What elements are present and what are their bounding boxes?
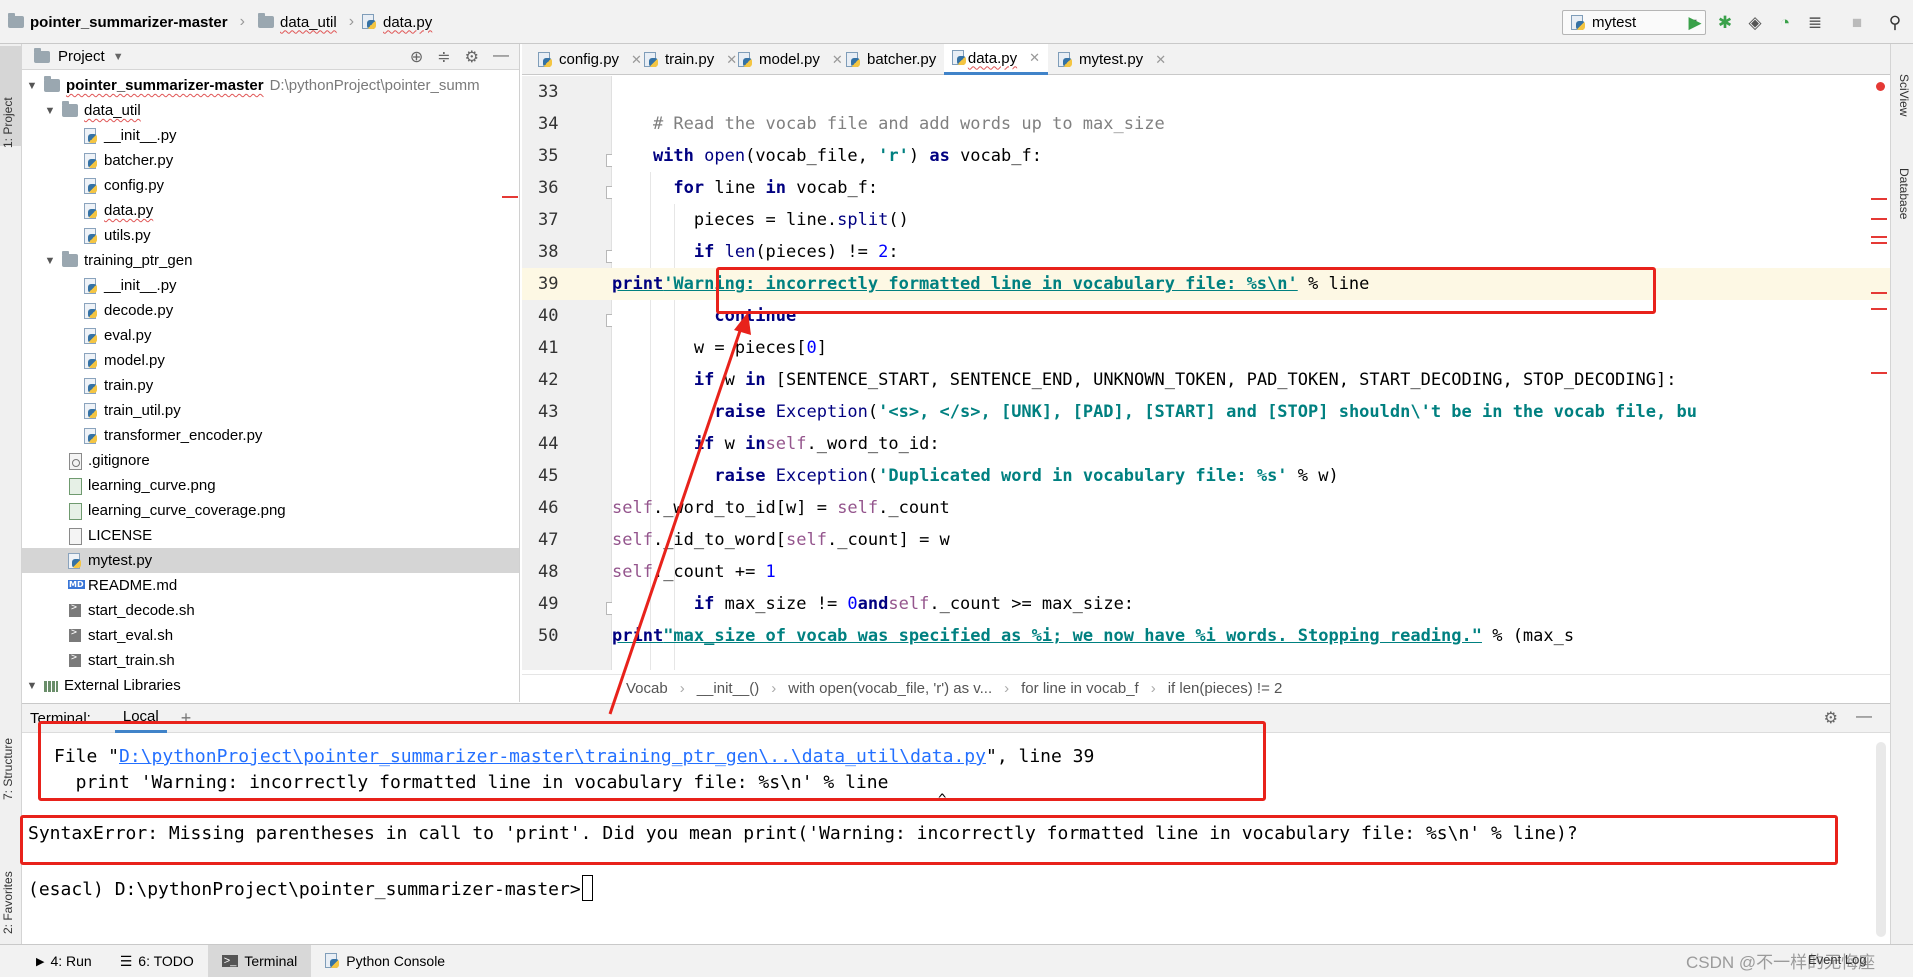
annotation-arrow <box>608 312 751 715</box>
